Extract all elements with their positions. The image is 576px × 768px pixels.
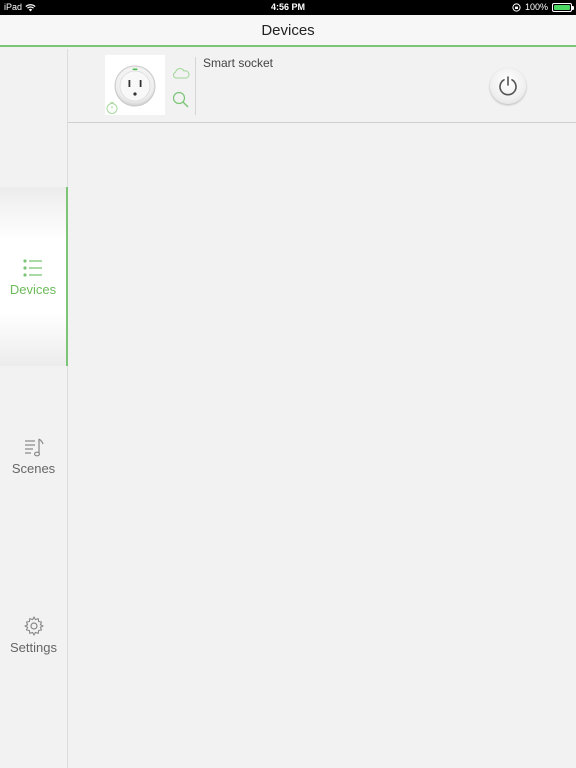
tab-label: Scenes — [11, 460, 56, 476]
tab-scenes[interactable]: Scenes — [0, 366, 67, 545]
power-icon — [499, 76, 517, 96]
status-bar: iPad 4:56 PM 100% — [0, 0, 576, 15]
divider — [195, 57, 196, 115]
power-button[interactable] — [490, 68, 526, 104]
device-status-icons — [169, 63, 193, 113]
page-title: Devices — [261, 22, 315, 39]
tab-devices[interactable]: Devices — [0, 187, 68, 366]
device-row[interactable]: Smart socket — [68, 49, 576, 123]
list-icon — [23, 258, 42, 277]
battery-percent: 100% — [524, 2, 548, 12]
device-list: Smart socket — [68, 49, 576, 768]
device-name: Smart socket — [203, 56, 274, 70]
nav-bar: Devices — [0, 15, 576, 47]
tab-label: Settings — [10, 639, 57, 655]
battery-fill — [554, 5, 570, 10]
tab-settings[interactable]: Settings — [0, 545, 67, 724]
music-list-icon — [24, 438, 44, 456]
search-icon[interactable] — [171, 90, 191, 110]
battery-icon — [552, 3, 574, 12]
orientation-lock-icon — [512, 3, 521, 12]
tab-label: Devices — [9, 281, 57, 297]
timer-icon — [106, 102, 118, 114]
gear-icon — [23, 615, 44, 636]
sidebar: Devices Scenes Settings — [0, 49, 68, 768]
smart-socket-image — [105, 55, 165, 115]
status-right: 100% — [512, 0, 574, 15]
status-time: 4:56 PM — [270, 2, 305, 12]
cloud-icon — [173, 68, 190, 79]
